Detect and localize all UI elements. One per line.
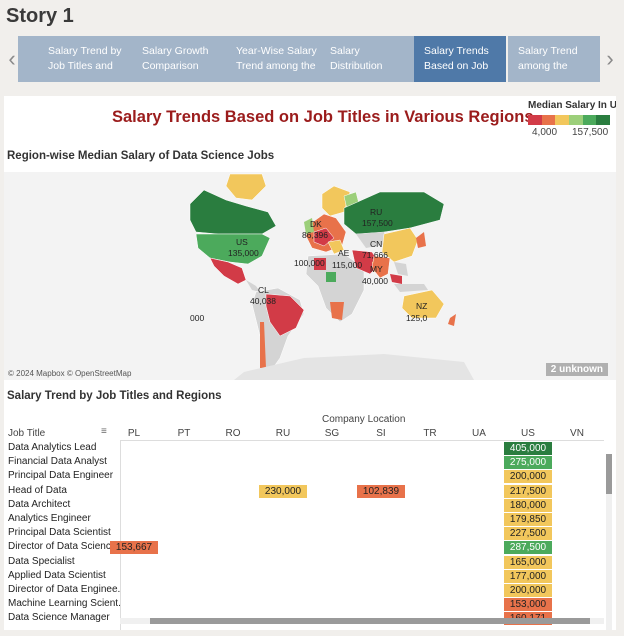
- story-navigator: ‹ Salary Trend by Job Titles and Salary G…: [0, 34, 624, 84]
- map-label-my-code: MY: [370, 264, 383, 274]
- table-cell[interactable]: 153,667: [110, 541, 158, 555]
- column-header: PT: [177, 428, 191, 439]
- row-label: Applied Data Scientist: [8, 569, 106, 581]
- row-label: Principal Data Scientist: [8, 527, 111, 539]
- map-label-ru-value: 157,500: [362, 218, 393, 228]
- row-header: Job Title: [8, 428, 46, 439]
- legend-title: Median Salary In U..: [528, 100, 616, 111]
- table-divider-vertical: [120, 440, 121, 630]
- table-title: Salary Trend by Job Titles and Regions: [7, 390, 222, 402]
- story-tab[interactable]: Salary Distribution: [320, 36, 414, 82]
- table-cell[interactable]: 153,000: [504, 598, 552, 612]
- row-label: Data Science Manager: [8, 612, 110, 624]
- table-cell[interactable]: 287,500: [504, 541, 552, 555]
- row-label: Machine Learning Scient..: [8, 598, 120, 610]
- tab-stub[interactable]: [18, 36, 38, 82]
- map-label-dk-code: DK: [310, 219, 322, 229]
- map-label-cn-value: 71,666: [362, 250, 388, 260]
- color-legend[interactable]: Median Salary In U.. 4,000 157,500: [528, 100, 616, 139]
- legend-swatch: [582, 115, 597, 125]
- legend-max-label: 157,500: [572, 127, 609, 138]
- table-cell[interactable]: 179,850: [504, 513, 552, 526]
- table-cell[interactable]: 200,000: [504, 584, 552, 597]
- region-map[interactable]: US 135,000 RU 157,500 DK 86,396 CN 71,66…: [4, 172, 616, 380]
- row-label: Financial Data Analyst: [8, 456, 107, 468]
- row-label: Head of Data: [8, 484, 67, 496]
- chevron-right-icon[interactable]: ›: [600, 46, 620, 72]
- salary-table: Company Location Job Title ≡ PL PT RO RU SG S…: [4, 412, 616, 630]
- legend-swatch: [541, 115, 556, 125]
- table-cell[interactable]: 102,839: [357, 484, 405, 498]
- legend-min-label: 4,000: [532, 127, 558, 138]
- row-label: Director of Data Enginee..: [8, 584, 120, 595]
- column-header: RO: [225, 428, 241, 439]
- vertical-scrollbar[interactable]: [606, 454, 612, 630]
- story-tab[interactable]: Year-Wise Salary Trend among the: [226, 36, 320, 82]
- row-label: Director of Data Science: [8, 541, 117, 553]
- map-label-us-code: US: [236, 237, 248, 247]
- table-cell[interactable]: 230,000: [259, 484, 307, 498]
- map-label-us-value: 135,000: [228, 248, 259, 258]
- table-cell[interactable]: 217,500: [504, 484, 552, 498]
- table-cell[interactable]: 180,000: [504, 498, 552, 512]
- column-group-header: Company Location: [322, 414, 406, 425]
- map-label-edge-value: 000: [190, 313, 205, 323]
- dashboard-title: Salary Trends Based on Job Titles in Var…: [112, 108, 534, 126]
- story-tab[interactable]: Salary Trend by Job Titles and: [38, 36, 132, 82]
- table-cell[interactable]: 405,000: [504, 442, 552, 455]
- map-label-africa-value: 100,000: [294, 258, 325, 268]
- table-cell[interactable]: 275,000: [504, 456, 552, 470]
- story-tab[interactable]: Salary Trends Based on Job: [414, 36, 506, 82]
- column-header: VN: [570, 428, 584, 439]
- legend-swatch: [569, 115, 583, 125]
- story-title: Story 1: [6, 5, 74, 27]
- map-label-nz-value: 125,0: [406, 313, 428, 323]
- column-header: RU: [275, 428, 291, 439]
- map-label-dk-value: 86,396: [302, 230, 328, 240]
- unknown-locations-badge[interactable]: 2 unknown: [545, 363, 608, 376]
- map-label-cn-code: CN: [370, 239, 383, 249]
- horizontal-scrollbar[interactable]: [120, 618, 604, 624]
- row-label: Data Specialist: [8, 555, 75, 567]
- map-title: Region-wise Median Salary of Data Scienc…: [7, 150, 275, 162]
- dashboard-panel: Salary Trends Based on Job Titles in Var…: [4, 96, 616, 630]
- map-label-cl-code: CL: [258, 285, 269, 295]
- map-label-my-value: 40,000: [362, 276, 388, 286]
- map-credit: © 2024 Mapbox © OpenStreetMap: [8, 369, 132, 378]
- column-header: SG: [324, 428, 340, 439]
- horizontal-scroll-thumb[interactable]: [150, 618, 590, 624]
- map-shapes: [189, 173, 474, 380]
- legend-swatch: [596, 115, 611, 125]
- table-cell[interactable]: 227,500: [504, 527, 552, 541]
- map-label-ru-code: RU: [370, 207, 383, 217]
- story-tab[interactable]: Salary Trend among the: [508, 36, 600, 82]
- row-label: Data Architect: [8, 498, 71, 510]
- row-label: Principal Data Engineer: [8, 470, 114, 482]
- column-header: UA: [472, 428, 486, 439]
- map-label-ae-value: 115,000: [332, 260, 363, 270]
- column-header: PL: [127, 428, 141, 439]
- story-tab[interactable]: Salary Growth Comparison: [132, 36, 226, 82]
- vertical-scroll-thumb[interactable]: [606, 454, 612, 494]
- map-label-ae-code: AE: [338, 248, 350, 258]
- legend-swatch: [528, 115, 542, 125]
- row-label: Data Analytics Lead: [8, 442, 97, 453]
- column-header: TR: [423, 428, 437, 439]
- map-label-cl-value: 40,038: [250, 296, 276, 306]
- legend-color-ramp: [528, 115, 611, 125]
- table-cell[interactable]: 165,000: [504, 555, 552, 569]
- map-label-nz-code: NZ: [416, 301, 428, 311]
- column-header: US: [521, 428, 535, 439]
- legend-swatch: [555, 115, 570, 125]
- table-cell[interactable]: 200,000: [504, 470, 552, 484]
- table-divider: [120, 440, 604, 441]
- table-cell[interactable]: 177,000: [504, 569, 552, 583]
- sort-icon[interactable]: ≡: [101, 426, 107, 437]
- row-label: Analytics Engineer: [8, 513, 91, 524]
- column-header: SI: [376, 428, 386, 439]
